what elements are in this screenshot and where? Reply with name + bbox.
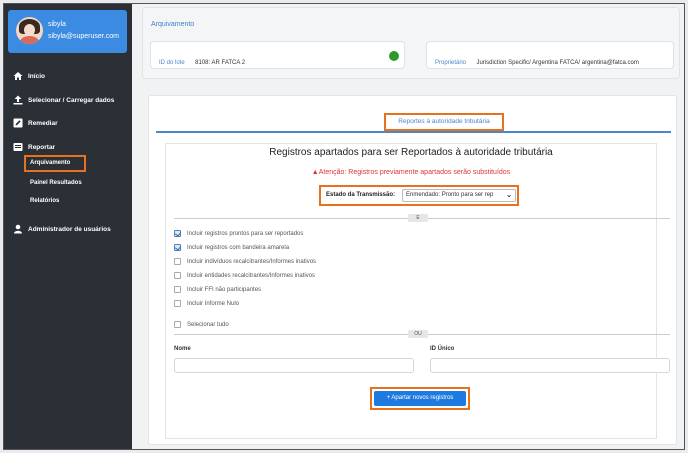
sidebar-item-reportar[interactable]: Reportar	[13, 142, 55, 152]
sidebar-subitem-arquivamento[interactable]: Arquivamento	[30, 160, 70, 166]
transmission-state-value: Enmendado: Pronto para ser rep	[406, 192, 494, 198]
warning-text: Atenção: Registros previamente apartados…	[318, 169, 511, 176]
checkbox-item[interactable]: Incluir entidades recalcitrantes/Informe…	[174, 272, 315, 279]
sidebar-item-label: Remediar	[28, 119, 58, 127]
owner-value: Jurisdiction Specific/ Argentina FATCA/ …	[476, 60, 639, 66]
owner-box: Proprietário Jurisdiction Specific/ Arge…	[426, 41, 674, 69]
checkbox-label: Incluir FFI não participantes	[187, 286, 262, 293]
lot-id-value: 8108: AR FATCA 2	[195, 60, 246, 66]
select-all-checkbox[interactable]	[174, 321, 181, 328]
sidebar-item-label: Selecionar / Carregar dados	[28, 96, 115, 104]
warning-icon: ▲	[311, 169, 319, 176]
edit-icon	[13, 118, 23, 128]
sidebar-item-inicio[interactable]: Início	[13, 71, 45, 81]
checkbox[interactable]	[174, 272, 181, 279]
checkbox-label: Incluir entidades recalcitrantes/Informe…	[187, 272, 316, 279]
content-card: Reportes à autoridade tributária Registr…	[148, 95, 677, 445]
divider-e-label: E	[408, 214, 428, 222]
checkbox-label: Incluir indivíduos recalcitrantes/Inform…	[187, 258, 317, 265]
breadcrumb[interactable]: Arquivamento	[151, 21, 194, 28]
lot-id-box: ID do lote 8108: AR FATCA 2	[150, 41, 405, 69]
id-unico-input[interactable]	[430, 358, 670, 373]
status-indicator-icon	[389, 51, 399, 61]
warning-message: ▲Atenção: Registros previamente apartado…	[166, 169, 656, 176]
form-title: Registros apartados para ser Reportados …	[269, 147, 553, 158]
upload-icon	[13, 95, 23, 105]
user-profile-card[interactable]: sibyla sibyla@superuser.com	[8, 10, 127, 53]
checkbox[interactable]	[174, 258, 181, 265]
sidebar-item-admin-usuarios[interactable]: Administrador de usuários	[13, 224, 111, 234]
checkbox[interactable]	[174, 230, 181, 237]
sidebar-subitem-relatorios[interactable]: Relatórios	[30, 198, 59, 204]
nome-input[interactable]	[174, 358, 414, 373]
user-icon	[13, 224, 23, 234]
report-icon	[13, 142, 23, 152]
apartar-button[interactable]: + Apartar novos registros	[374, 391, 466, 406]
checkbox[interactable]	[174, 286, 181, 293]
app-window: sibyla sibyla@superuser.com Início Selec…	[3, 3, 685, 450]
checkbox-item[interactable]: Incluir Informe Nulo	[174, 300, 239, 307]
user-name: sibyla	[48, 21, 66, 28]
checkbox-item[interactable]: Incluir registros prontos para ser repor…	[174, 230, 303, 237]
header-card: Arquivamento ID do lote 8108: AR FATCA 2…	[142, 7, 680, 79]
sidebar-item-label: Administrador de usuários	[28, 225, 111, 233]
checkbox-label: Incluir Informe Nulo	[187, 300, 240, 307]
sidebar-item-label: Reportar	[28, 143, 56, 151]
chevron-down-icon: ⌄	[506, 192, 512, 199]
checkbox-item[interactable]: Incluir registros com bandeira amarela	[174, 244, 289, 251]
form-panel: Registros apartados para ser Reportados …	[165, 143, 670, 439]
checkbox[interactable]	[174, 244, 181, 251]
sidebar: sibyla sibyla@superuser.com Início Selec…	[4, 4, 132, 449]
transmission-state-select[interactable]: Enmendado: Pronto para ser rep ⌄	[402, 189, 516, 202]
owner-label: Proprietário	[435, 60, 467, 66]
select-all-label: Selecionar tudo	[187, 321, 229, 328]
checkbox-label: Incluir registros prontos para ser repor…	[187, 230, 304, 237]
home-icon	[13, 71, 23, 81]
transmission-state-label: Estado da Transmissão:	[326, 192, 396, 198]
avatar	[16, 17, 43, 44]
main-area: Arquivamento ID do lote 8108: AR FATCA 2…	[132, 4, 684, 449]
nome-label: Nome	[174, 346, 191, 352]
lot-id-label: ID do lote	[159, 60, 185, 66]
sidebar-subitem-painel[interactable]: Painel Resultados	[30, 180, 82, 186]
checkbox-item[interactable]: Incluir FFI não participantes	[174, 286, 261, 293]
checkbox-label: Incluir registros com bandeira amarela	[187, 244, 290, 251]
transmission-state-box: Estado da Transmissão: Enmendado: Pronto…	[319, 185, 519, 206]
sidebar-item-label: Início	[28, 72, 45, 80]
sidebar-item-selecionar[interactable]: Selecionar / Carregar dados	[13, 95, 114, 105]
sidebar-item-remediar[interactable]: Remediar	[13, 118, 58, 128]
apartar-highlight: + Apartar novos registros	[370, 387, 470, 410]
tab-bar: Reportes à autoridade tributária	[156, 107, 671, 133]
checkbox[interactable]	[174, 300, 181, 307]
user-email: sibyla@superuser.com	[48, 33, 119, 40]
id-unico-label: ID Único	[430, 346, 455, 352]
divider-ou-label: OU	[408, 330, 428, 338]
tab-reportes[interactable]: Reportes à autoridade tributária	[384, 113, 504, 131]
select-all-item[interactable]: Selecionar tudo	[174, 321, 229, 328]
checkbox-item[interactable]: Incluir indivíduos recalcitrantes/Inform…	[174, 258, 316, 265]
